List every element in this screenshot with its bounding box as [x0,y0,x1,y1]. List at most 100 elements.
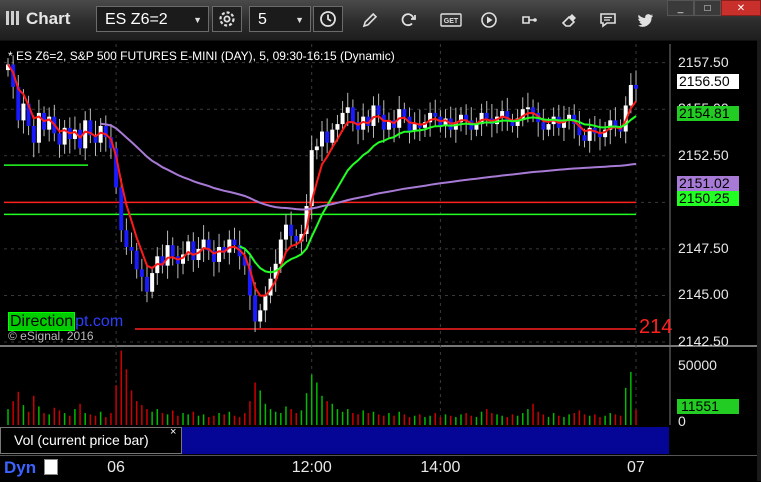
minimize-button[interactable]: _ [667,0,694,16]
twitter-button[interactable] [636,10,656,30]
candle-body [335,124,340,130]
candle-body [139,269,144,277]
candle-body [314,146,319,151]
x-tick-label: 12:00 [291,459,332,476]
refresh-icon [401,13,416,27]
candle-body [227,239,232,253]
close-icon[interactable]: × [170,426,176,438]
candle-body [134,250,139,270]
candle-body [325,131,330,143]
price-tag: 2150.25 [677,190,739,206]
y-tick-label: 2145.00 [678,286,729,303]
candle-body [165,245,170,266]
candle-body [340,112,345,125]
candle-body [144,276,149,292]
candle-body [263,295,268,311]
candle-body [119,187,124,231]
candle-body [634,84,638,89]
link-icon [522,16,537,24]
volume-tick-top: 50000 [678,357,717,373]
candle-body [150,273,155,292]
get-icon: GET [440,13,462,27]
candle-body [294,235,299,242]
candle-body [320,131,324,147]
y-tick-label: 2147.50 [678,239,729,256]
volume-study-bar [182,427,669,454]
candle-body [402,109,407,117]
y-tick-label: 2142.50 [678,333,729,349]
candle-body [525,107,530,110]
price-tag: 2154.81 [677,105,739,121]
price-chart[interactable] [0,40,757,455]
symbol-value: ES Z6=2 [105,11,168,28]
eraser-icon [561,14,576,27]
y-tick-label: 2157.50 [678,53,729,70]
symbol-combo[interactable]: ES Z6=2 ▼ [96,6,209,32]
x-tick-label: 06 [107,459,125,476]
twitter-icon [637,14,653,27]
candle-body [232,239,237,246]
draw-tool-button[interactable] [360,10,380,30]
candle-body [21,103,26,121]
symbol-settings-button[interactable] [212,6,242,32]
chart-app-icon [6,11,20,25]
chat-icon [600,13,616,28]
candle-body [258,310,263,322]
copyright-text: © eSignal, 2016 [8,329,94,343]
candle-body [124,230,129,248]
pencil-icon [362,12,378,28]
candle-body [191,241,196,261]
window-title: Chart [26,9,71,28]
candle-body [170,245,175,257]
play-icon [481,12,497,28]
candle-body [582,135,587,141]
price-tag: 2156.50 [677,74,739,90]
candle-body [345,107,350,113]
candle-body [289,224,294,236]
candle-body [31,125,36,143]
title-bar: Chart ES Z6=2 ▼ 5 ▼ GET _ □ ✕ [0,0,761,41]
candle-body [381,114,386,130]
watermark-rest: pt.com [75,313,124,330]
maximize-button[interactable]: □ [694,0,721,16]
get-data-button[interactable]: GET [440,10,462,30]
volume-tick-zero: 0 [678,413,686,429]
x-tick-label: 07 [627,459,645,476]
price-edge-label: 214 [639,316,673,338]
candle-body [546,124,551,130]
link-button[interactable] [519,10,539,30]
interval-combo[interactable]: 5 ▼ [249,6,311,32]
candle-body [628,84,633,106]
candle-body [433,112,438,117]
refresh-button[interactable] [398,10,418,30]
candle-body [217,247,222,262]
candle-body [376,105,381,115]
tools-button[interactable] [559,10,579,30]
close-button[interactable]: ✕ [721,0,761,16]
chevron-down-icon: ▼ [193,15,202,25]
chart-description: * ES Z6=2, S&P 500 FUTURES E-MINI (DAY),… [8,49,395,63]
chat-button[interactable] [598,10,618,30]
x-tick-label: 14:00 [420,459,461,476]
volume-last-tag: 11551 [677,399,739,414]
y-tick-label: 2152.50 [678,146,729,163]
candle-body [330,129,335,143]
volume-study-label[interactable]: Vol (current price bar) [0,427,182,454]
interval-value: 5 [258,11,267,28]
candle-body [541,122,546,130]
candle-body [484,112,489,119]
dynamic-label[interactable]: Dyn [4,458,36,478]
window-controls: _ □ ✕ [667,0,761,16]
candle-body [350,107,355,123]
candle-body [613,120,618,126]
play-button[interactable] [479,10,499,30]
candle-body [283,224,288,240]
gear-icon [219,11,235,27]
dynamic-settings-icon[interactable] [44,459,58,475]
candle-body [57,133,62,145]
candle-body [253,295,258,322]
window-right-border [757,40,761,481]
candle-body [371,105,376,126]
candle-body [407,116,412,132]
interval-time-button[interactable] [313,6,343,32]
